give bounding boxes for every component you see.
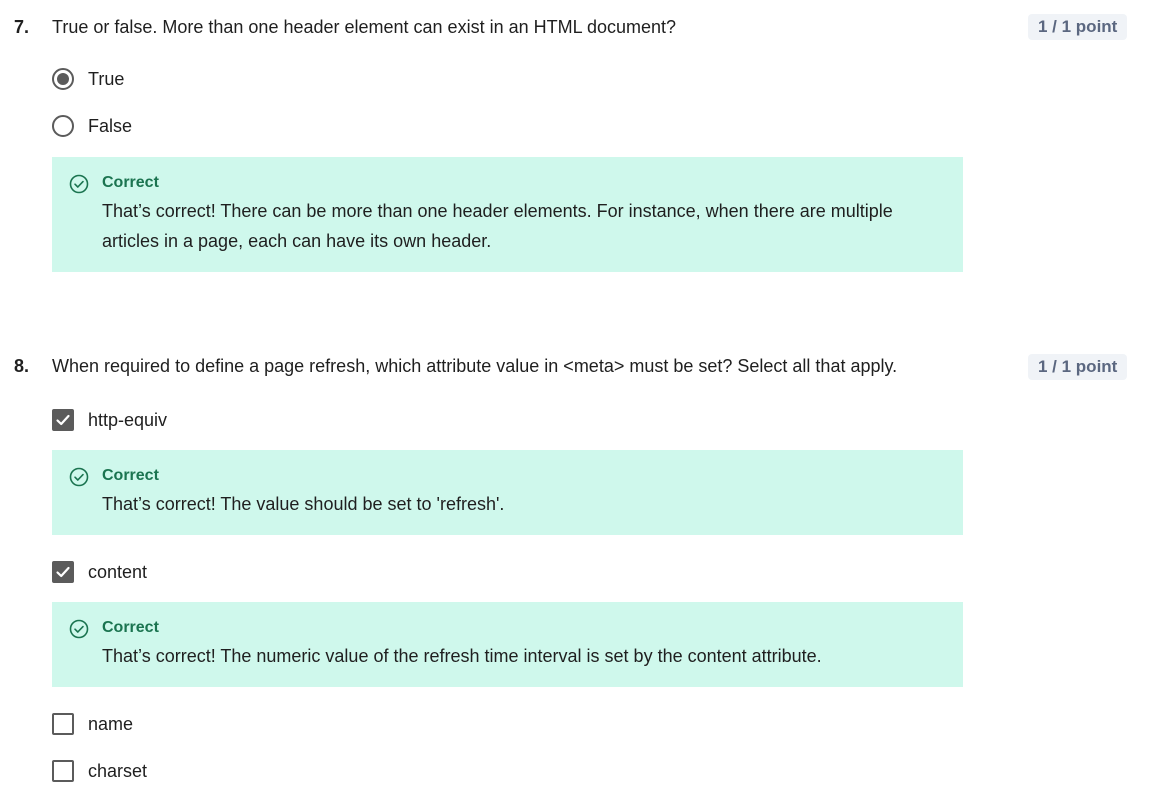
check-circle-icon bbox=[69, 467, 89, 487]
feedback-correct: Correct That’s correct! There can be mor… bbox=[52, 157, 963, 272]
option-false[interactable]: False bbox=[52, 115, 132, 137]
feedback-correct: Correct That’s correct! The numeric valu… bbox=[52, 602, 963, 687]
feedback-title: Correct bbox=[102, 467, 159, 484]
feedback-text-line-1: That’s correct! There can be more than o… bbox=[102, 201, 893, 221]
checkbox[interactable] bbox=[52, 713, 74, 735]
question-text: True or false. More than one header elem… bbox=[52, 17, 676, 37]
checkmark-icon bbox=[56, 566, 70, 578]
question-number: 7. bbox=[14, 17, 30, 37]
points-badge: 1 / 1 point bbox=[1028, 354, 1128, 380]
option-true[interactable]: True bbox=[52, 68, 124, 90]
checkbox[interactable] bbox=[52, 760, 74, 782]
feedback-correct: Correct That’s correct! The value should… bbox=[52, 450, 963, 535]
checkbox-checked[interactable] bbox=[52, 409, 74, 431]
option-label: charset bbox=[88, 760, 148, 781]
feedback-text: That’s correct! The numeric value of the… bbox=[102, 646, 822, 666]
option-content[interactable]: content bbox=[52, 561, 147, 583]
feedback-title: Correct bbox=[102, 174, 159, 191]
option-label: name bbox=[88, 713, 134, 734]
radio-button[interactable] bbox=[52, 115, 74, 137]
check-circle-icon bbox=[69, 174, 89, 194]
checkbox-checked[interactable] bbox=[52, 561, 74, 583]
option-name[interactable]: name bbox=[52, 713, 133, 735]
option-label: content bbox=[88, 561, 148, 582]
question-text: When required to define a page refresh, … bbox=[52, 356, 898, 376]
option-label: http-equiv bbox=[88, 409, 168, 430]
option-http-equiv[interactable]: http-equiv bbox=[52, 409, 167, 431]
feedback-title: Correct bbox=[102, 619, 159, 636]
option-label: True bbox=[88, 68, 125, 89]
option-label: False bbox=[88, 115, 133, 136]
question-number: 8. bbox=[14, 356, 30, 376]
points-badge: 1 / 1 point bbox=[1028, 14, 1128, 40]
check-circle-icon bbox=[69, 619, 89, 639]
feedback-text: That’s correct! The value should be set … bbox=[102, 494, 505, 514]
feedback-text-line-2: articles in a page, each can have its ow… bbox=[102, 231, 492, 251]
radio-button-selected[interactable] bbox=[52, 68, 74, 90]
checkmark-icon bbox=[56, 414, 70, 426]
option-charset[interactable]: charset bbox=[52, 760, 147, 782]
